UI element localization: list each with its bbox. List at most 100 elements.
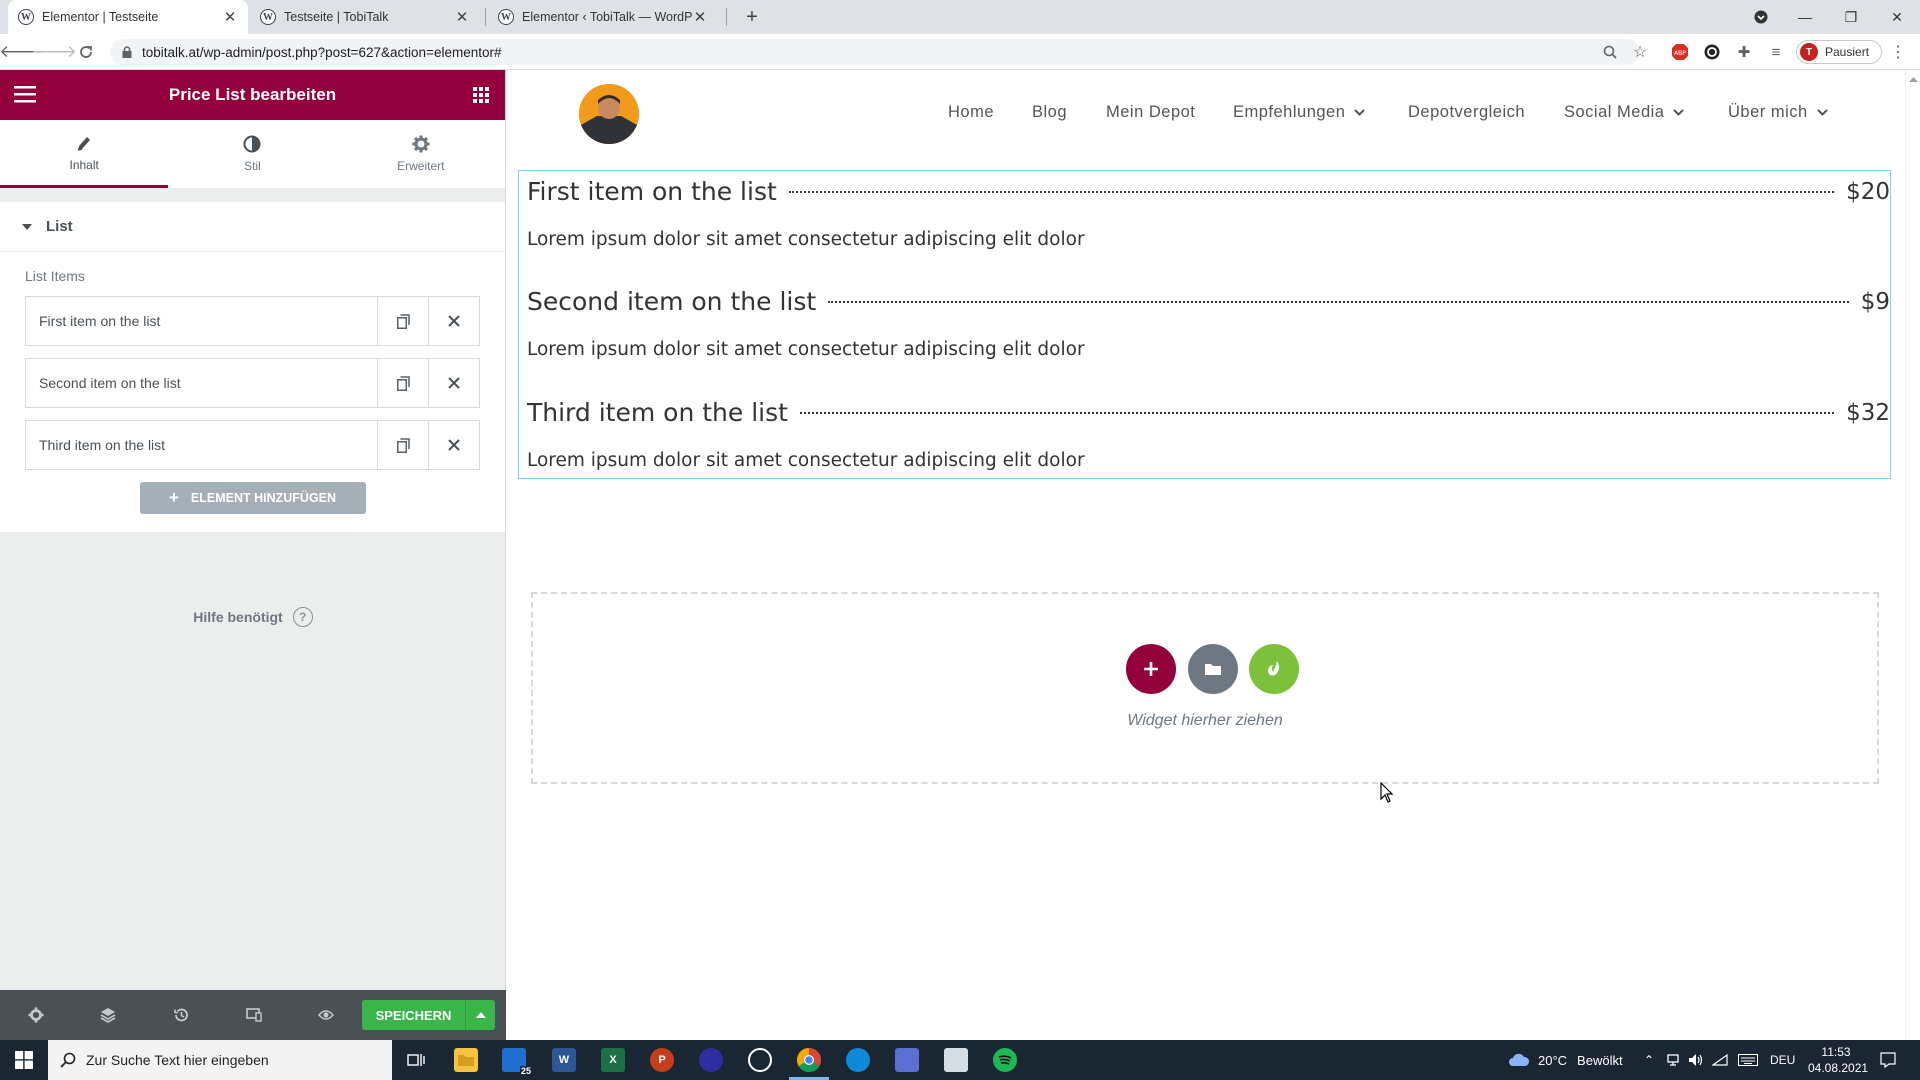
wifi-icon[interactable] [1712, 1040, 1728, 1080]
pencil-icon [76, 134, 92, 152]
repeater-item-title[interactable]: Second item on the list [26, 375, 377, 391]
bookmark-star-icon[interactable]: ☆ [1630, 42, 1650, 62]
tab-erweitert[interactable]: Erweitert [337, 120, 505, 188]
close-icon[interactable]: ✕ [222, 8, 238, 26]
duplicate-icon[interactable] [377, 359, 428, 407]
chrome-icon[interactable] [797, 1048, 821, 1072]
history-icon[interactable] [170, 1004, 192, 1026]
site-logo[interactable] [579, 84, 639, 144]
preview-eye-icon[interactable] [315, 1004, 337, 1026]
widgets-grid-icon[interactable] [473, 87, 489, 103]
browser-tab-elementor[interactable]: W Elementor | Testseite ✕ [8, 0, 248, 34]
nav-label: Mein Depot [1106, 103, 1196, 121]
new-tab-button[interactable]: + [740, 5, 764, 29]
browser-menu-icon[interactable]: ⋮ [1888, 42, 1908, 62]
grammarly-icon[interactable] [1702, 42, 1722, 62]
tab-search-button[interactable] [1738, 0, 1784, 34]
elementor-panel: Price List bearbeiten Inhalt Stil Erweit… [0, 70, 506, 1040]
browser-tab-testseite[interactable]: W Testseite | TobiTalk ✕ [250, 0, 480, 34]
repeater-item-title[interactable]: First item on the list [26, 313, 377, 329]
address-bar[interactable]: tobitalk.at/wp-admin/post.php?post=627&a… [110, 39, 1640, 65]
tray-chevron-up-icon[interactable]: ⌃ [1644, 1040, 1654, 1080]
browser-tab-wordpress[interactable]: W Elementor ‹ TobiTalk — WordPre ✕ [488, 0, 718, 34]
nav-ueber-mich[interactable]: Über mich [1728, 103, 1828, 122]
scroll-up-icon [1909, 77, 1918, 82]
profile-button[interactable]: T Pausiert [1796, 40, 1882, 64]
nav-empfehlungen[interactable]: Empfehlungen [1233, 103, 1366, 122]
panel-title: Price List bearbeiten [168, 85, 337, 104]
tray-network-icon[interactable] [1666, 1040, 1680, 1080]
window-close-button[interactable]: ✕ [1874, 0, 1920, 34]
file-explorer-icon[interactable] [454, 1048, 478, 1072]
notification-center-icon[interactable] [1880, 1040, 1896, 1080]
powerpoint-icon[interactable]: P [650, 1048, 674, 1072]
help-link[interactable]: Hilfe benötigt ? [0, 607, 506, 627]
caret-up-icon [475, 1012, 486, 1018]
zoom-icon[interactable] [1600, 42, 1620, 62]
tab-inhalt[interactable]: Inhalt [0, 120, 169, 188]
remove-icon[interactable] [428, 297, 479, 345]
weather-widget[interactable]: 20°C Bewölkt [1508, 1040, 1623, 1080]
language-indicator[interactable]: DEU [1770, 1040, 1795, 1080]
repeater-item[interactable]: Second item on the list [25, 358, 480, 408]
hamburger-menu-icon[interactable] [14, 85, 36, 103]
word-icon[interactable]: W [552, 1048, 576, 1072]
extensions-puzzle-icon[interactable]: ✚ [1734, 42, 1754, 62]
mail-icon[interactable]: 25 [502, 1048, 532, 1076]
close-icon[interactable]: ✕ [692, 8, 708, 26]
nav-social-media[interactable]: Social Media [1564, 103, 1685, 122]
tab-stil[interactable]: Stil [168, 120, 336, 188]
navigator-layers-icon[interactable] [97, 1004, 119, 1026]
add-item-button[interactable]: + ELEMENT HINZUFÜGEN [139, 482, 366, 514]
cloud-icon [1509, 1053, 1530, 1066]
save-button[interactable]: SPEICHERN [362, 1000, 465, 1030]
windows-start-icon[interactable] [12, 1048, 36, 1072]
remove-icon[interactable] [428, 421, 479, 469]
list-section-header[interactable]: List [0, 202, 505, 252]
nav-label: Depotvergleich [1408, 103, 1526, 121]
restore-button[interactable]: ❐ [1828, 0, 1874, 34]
chevron-down-icon [1816, 109, 1828, 116]
clock[interactable]: 11:53 04.08.2021 [1808, 1044, 1869, 1076]
price-list-widget[interactable]: First item on the list $20 Lorem ipsum d… [518, 170, 1891, 479]
list-items-label: List Items [25, 268, 85, 284]
envato-kit-button[interactable] [1249, 644, 1299, 694]
save-options-button[interactable] [465, 1000, 495, 1030]
repeater-item-title[interactable]: Third item on the list [26, 437, 377, 453]
remove-icon[interactable] [428, 359, 479, 407]
keyboard-icon[interactable] [1738, 1040, 1758, 1080]
add-section-dropzone[interactable]: Widget hierher ziehen [531, 592, 1879, 784]
responsive-mode-icon[interactable] [243, 1004, 265, 1026]
preview-scrollbar[interactable] [1905, 70, 1920, 1040]
repeater-item[interactable]: Third item on the list [25, 420, 480, 470]
duplicate-icon[interactable] [377, 421, 428, 469]
volume-icon[interactable] [1688, 1040, 1704, 1080]
duplicate-icon[interactable] [377, 297, 428, 345]
excel-icon[interactable]: X [601, 1048, 625, 1072]
settings-gear-icon[interactable] [25, 1004, 47, 1026]
reading-list-icon[interactable]: ≡ [1766, 42, 1786, 62]
add-template-button[interactable] [1188, 644, 1238, 694]
notepad-icon[interactable] [944, 1048, 968, 1072]
nav-home[interactable]: Home [948, 103, 994, 122]
panel-footer: SPEICHERN [0, 990, 506, 1040]
task-view-icon[interactable] [404, 1048, 428, 1072]
nav-mein-depot[interactable]: Mein Depot [1106, 103, 1195, 122]
edge-icon[interactable] [846, 1048, 870, 1072]
reload-button[interactable] [74, 40, 98, 64]
adblock-icon[interactable]: ABP [1670, 42, 1690, 62]
repeater-item[interactable]: First item on the list [25, 296, 480, 346]
close-icon[interactable]: ✕ [454, 8, 470, 26]
spotify-icon[interactable] [993, 1048, 1017, 1072]
minimize-button[interactable]: — [1782, 0, 1828, 34]
clock-date: 04.08.2021 [1808, 1061, 1869, 1075]
taskbar-search-input[interactable]: Zur Suche Text hier eingeben [48, 1040, 392, 1080]
app-icon[interactable] [699, 1048, 723, 1072]
clock-time: 11:53 [1821, 1045, 1851, 1059]
add-section-button[interactable] [1126, 644, 1176, 694]
obs-icon[interactable] [748, 1048, 772, 1072]
nav-blog[interactable]: Blog [1032, 103, 1067, 122]
app-icon[interactable] [895, 1048, 919, 1072]
forward-button[interactable]: 🡒 [31, 40, 77, 64]
nav-depotvergleich[interactable]: Depotvergleich [1408, 103, 1525, 122]
